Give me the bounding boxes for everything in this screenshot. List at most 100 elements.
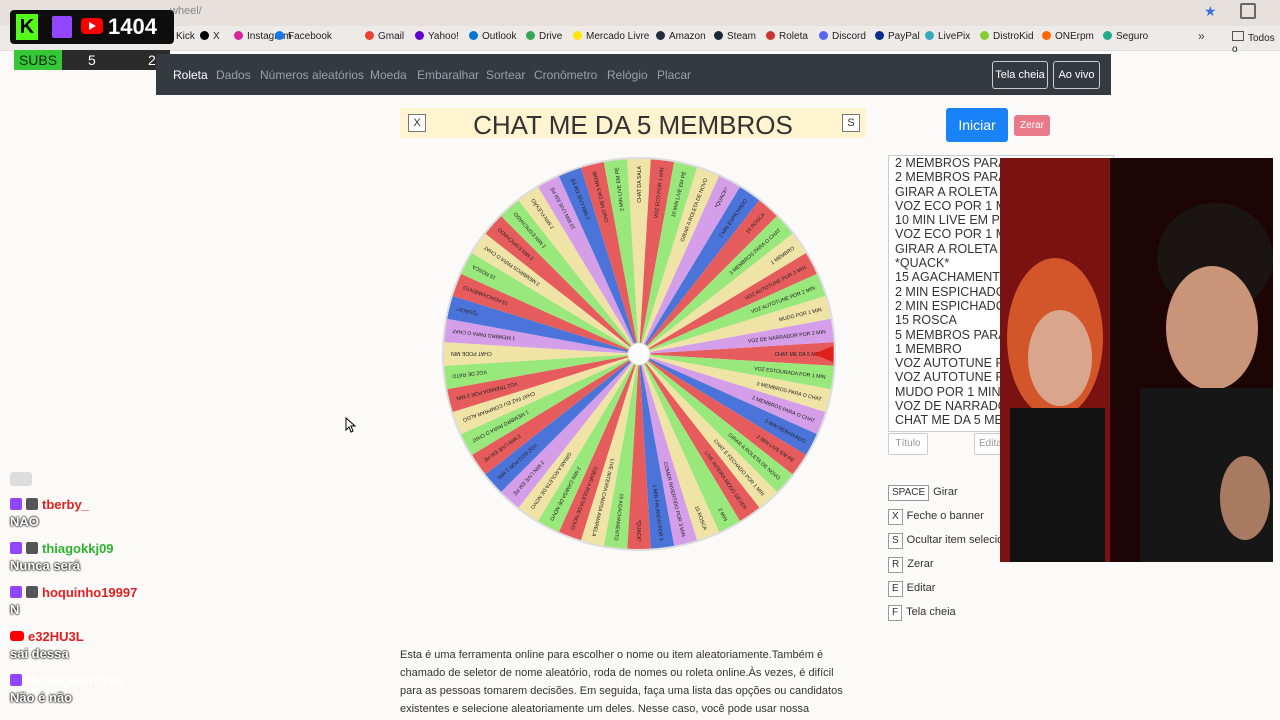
- bookmark-amazon[interactable]: Amazon: [656, 31, 706, 42]
- chat-message: e32HU3L sai dessa: [10, 628, 84, 661]
- shortcut-key: E: [888, 581, 903, 597]
- url-bar[interactable]: wheel/: [170, 5, 202, 17]
- shortcut-row: X Feche o banner: [888, 509, 984, 525]
- bookmarks-bar: » Todos o Kick X Instagram Facebook Gmail Yah…: [0, 26, 1280, 55]
- bookmark-distrokid[interactable]: DistroKid: [980, 31, 1034, 42]
- bookmark-favicon-icon: [234, 31, 243, 40]
- shortcut-key: S: [888, 533, 903, 549]
- bookmark-label: Steam: [727, 31, 756, 42]
- twitch-icon: [10, 674, 22, 686]
- bookmark-seguro[interactable]: Seguro: [1103, 31, 1148, 42]
- bookmark-label: ONErpm: [1055, 31, 1094, 42]
- chat-car-icon: [10, 472, 32, 486]
- nav-relogio[interactable]: Relógio: [607, 68, 648, 82]
- bookmark-label: Discord: [832, 31, 866, 42]
- chat-message: MrSingularity00 Não é não: [10, 672, 124, 705]
- shortcut-key: F: [888, 605, 903, 621]
- nav-placar[interactable]: Placar: [657, 68, 691, 82]
- nav-cronometro[interactable]: Cronômetro: [534, 68, 597, 82]
- shortcut-key: R: [888, 557, 904, 573]
- bookmark-x[interactable]: X: [200, 31, 220, 42]
- chat-username[interactable]: e32HU3L: [28, 629, 84, 644]
- bookmark-label: PayPal: [888, 31, 920, 42]
- bookmark-favicon-icon: [656, 31, 665, 40]
- twitch-icon: [10, 542, 22, 554]
- bookmark-label: Amazon: [669, 31, 706, 42]
- folder-icon: [1232, 31, 1244, 41]
- fullscreen-button[interactable]: Tela cheia: [992, 61, 1048, 89]
- bookmark-label: Mercado Livre: [586, 31, 650, 42]
- bookmark-all-folder[interactable]: Todos o: [1232, 31, 1280, 55]
- shortcut-row: R Zerar: [888, 557, 934, 573]
- mouse-cursor-icon: [345, 417, 357, 433]
- bookmark-roleta[interactable]: Roleta: [766, 31, 808, 42]
- youtube-icon: [10, 631, 24, 641]
- chat-badge-icon: [26, 586, 38, 598]
- start-button[interactable]: Iniciar: [946, 108, 1008, 142]
- bookmark-favicon-icon: [1042, 31, 1051, 40]
- chat-badge-icon: [26, 498, 38, 510]
- chat-username[interactable]: MrSingularity00: [26, 673, 124, 688]
- nav-embaralhar[interactable]: Embaralhar: [417, 68, 479, 82]
- subs-current: 5: [88, 52, 96, 68]
- chat-text: Nunca será: [10, 558, 81, 573]
- bookmark-gmail[interactable]: Gmail: [365, 31, 404, 42]
- chat-message: tberby_ NAO: [10, 496, 89, 529]
- bookmark-yahoo-[interactable]: Yahoo!: [415, 31, 459, 42]
- browser-toolbar: wheel/ ★: [0, 0, 1280, 26]
- nav-roleta[interactable]: Roleta: [173, 68, 208, 82]
- shortcut-label: Zerar: [907, 558, 934, 570]
- chat-username[interactable]: thiagokkj09: [42, 541, 114, 556]
- shortcut-row: SPACE Girar: [888, 485, 958, 501]
- bookmark-favicon-icon: [714, 31, 723, 40]
- bookmark-favicon-icon: [200, 31, 209, 40]
- shortcut-label: Tela cheia: [906, 606, 956, 618]
- nav-sortear[interactable]: Sortear: [486, 68, 525, 82]
- shortcut-key: X: [888, 509, 903, 525]
- nav-numeros-aleatorios[interactable]: Números aleatórios: [260, 68, 364, 82]
- bookmark-star-icon[interactable]: ★: [1204, 3, 1217, 20]
- shortcut-row: E Editar: [888, 581, 935, 597]
- bookmark-label: Drive: [539, 31, 563, 42]
- chat-text: NAO: [10, 514, 39, 529]
- live-button[interactable]: Ao vivo: [1053, 61, 1100, 89]
- shortcut-label: Girar: [933, 486, 958, 498]
- reset-button[interactable]: Zerar: [1014, 115, 1050, 136]
- bookmark-label: Seguro: [1116, 31, 1149, 42]
- bookmark-steam[interactable]: Steam: [714, 31, 756, 42]
- twitch-icon: [10, 586, 22, 598]
- bookmark-facebook[interactable]: Facebook: [275, 31, 332, 42]
- webcam-overlay: [1000, 158, 1273, 562]
- bookmark-onerpm[interactable]: ONErpm: [1042, 31, 1094, 42]
- chevron-right-icon[interactable]: »: [1198, 29, 1205, 43]
- roulette-wheel[interactable]: CHAT ME DA 5 MEMBVOZ ESTOURADA POR 1 MIN…: [437, 152, 841, 556]
- nav-moeda[interactable]: Moeda: [370, 68, 407, 82]
- bookmark-favicon-icon: [275, 31, 284, 40]
- bookmark-drive[interactable]: Drive: [526, 31, 562, 42]
- bookmark-outlook[interactable]: Outlook: [469, 31, 516, 42]
- chat-message: hoquinho19997 N: [10, 584, 137, 617]
- wheel-segment-label: CHAT DA SALA: [637, 165, 643, 202]
- extensions-icon[interactable]: [1240, 3, 1256, 19]
- bookmark-label: Outlook: [482, 31, 517, 42]
- chat-message: thiagokkj09 Nunca será: [10, 540, 114, 573]
- chat-username[interactable]: hoquinho19997: [42, 585, 137, 600]
- nav-dados[interactable]: Dados: [216, 68, 251, 82]
- viewer-count: 1404: [108, 14, 157, 39]
- bookmark-favicon-icon: [469, 31, 478, 40]
- bookmark-favicon-icon: [1103, 31, 1112, 40]
- bookmark-label: Roleta: [779, 31, 808, 42]
- wheel-segment-label: CHAT PODE MIN: [451, 350, 492, 356]
- bookmark-discord[interactable]: Discord: [819, 31, 866, 42]
- shortcut-row: F Tela cheia: [888, 605, 956, 621]
- bookmark-favicon-icon: [526, 31, 535, 40]
- bookmark-paypal[interactable]: PayPal: [875, 31, 920, 42]
- bookmark-label: Yahoo!: [428, 31, 459, 42]
- bookmark-label: LivePix: [938, 31, 971, 42]
- bookmark-mercado-livre[interactable]: Mercado Livre: [573, 31, 649, 42]
- hide-selected-key[interactable]: S: [842, 114, 860, 132]
- chat-username[interactable]: tberby_: [42, 497, 89, 512]
- bookmark-livepix[interactable]: LivePix: [925, 31, 970, 42]
- title-input[interactable]: Título: [888, 433, 928, 455]
- description-text: Esta é uma ferramenta online para escolh…: [400, 649, 843, 715]
